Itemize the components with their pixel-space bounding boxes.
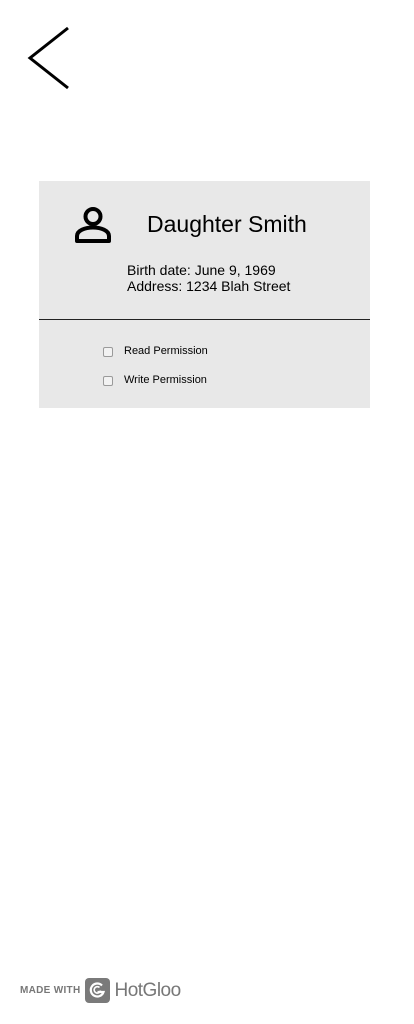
page: Daughter Smith Birth date: June 9, 1969 … — [0, 0, 414, 1024]
hotgloo-brand-text: HotGloo — [114, 980, 181, 1001]
read-permission-label: Read Permission — [124, 345, 208, 357]
write-permission-label: Write Permission — [124, 374, 207, 386]
person-icon — [73, 205, 113, 245]
read-permission-row[interactable]: Read Permission — [103, 345, 208, 358]
chevron-left-icon — [27, 26, 69, 90]
write-permission-row[interactable]: Write Permission — [103, 374, 207, 387]
permissions-section — [39, 320, 370, 408]
back-button[interactable] — [22, 22, 78, 94]
profile-details: Birth date: June 9, 1969 Address: 1234 B… — [127, 262, 290, 294]
made-with-hotgloo-badge[interactable]: MADE WITH HotGloo — [20, 978, 181, 1003]
read-permission-checkbox[interactable] — [103, 346, 113, 357]
write-permission-checkbox[interactable] — [103, 375, 113, 386]
profile-name: Daughter Smith — [147, 211, 307, 237]
profile-header: Daughter Smith Birth date: June 9, 1969 … — [39, 181, 370, 320]
hotgloo-logo-icon — [85, 978, 111, 1003]
address-text: Address: 1234 Blah Street — [127, 278, 291, 294]
birth-date-text: Birth date: June 9, 1969 — [127, 262, 276, 278]
made-with-text: MADE WITH — [20, 985, 81, 996]
